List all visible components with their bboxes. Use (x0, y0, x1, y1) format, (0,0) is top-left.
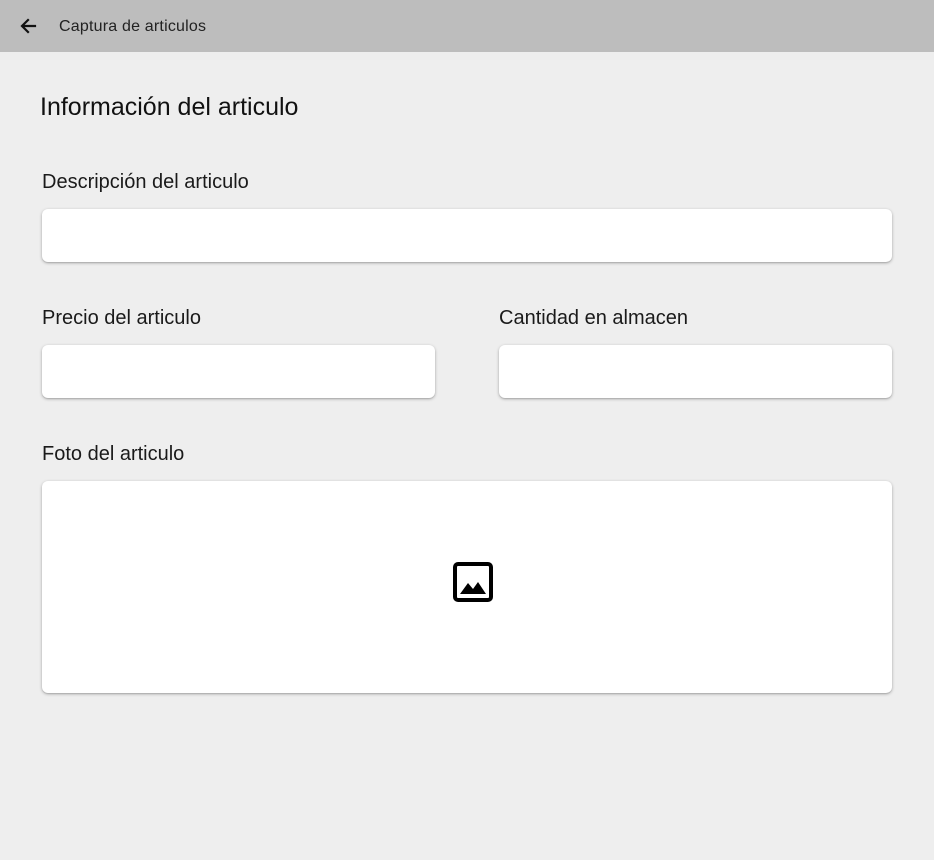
back-button[interactable] (10, 8, 46, 44)
price-label: Precio del articulo (42, 307, 201, 329)
description-label: Descripción del articulo (42, 171, 249, 193)
image-icon (453, 562, 493, 602)
section-title: Información del articulo (40, 93, 299, 121)
arrow-left-icon (20, 18, 37, 34)
app-bar: Captura de articulos (0, 0, 934, 52)
app-bar-title: Captura de articulos (59, 18, 207, 35)
photo-picker[interactable] (42, 481, 892, 693)
photo-label: Foto del articulo (42, 443, 185, 465)
description-input[interactable] (42, 209, 892, 262)
stock-label: Cantidad en almacen (499, 307, 689, 329)
stock-input[interactable] (499, 345, 892, 398)
price-input[interactable] (42, 345, 435, 398)
form-content: Información del articulo Descripción del… (0, 52, 934, 860)
